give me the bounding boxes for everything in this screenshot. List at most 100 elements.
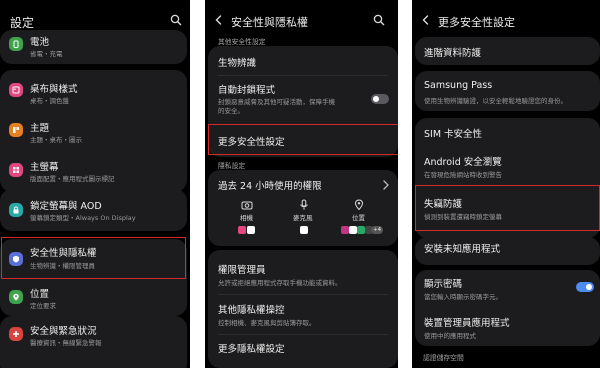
location-pin-icon [354, 199, 364, 211]
lock-icon [9, 203, 23, 217]
auto-blocker-item[interactable]: 自動封鎖程式 封鎖惡意威脅及其他可疑活動，保障手機 的安全。 [208, 76, 398, 122]
more-privacy-settings-label: 更多隱私權設定 [218, 344, 285, 355]
search-icon[interactable] [170, 14, 182, 26]
section-credential-storage: 認證儲存空間 [423, 354, 464, 362]
page-title: 安全性與隱私權 [231, 16, 308, 29]
lock-label: 鎖定螢幕與 AOD [30, 201, 102, 212]
show-passwords-label: 顯示密碼 [424, 279, 463, 290]
advanced-protection-item[interactable]: 進階資料防護 [415, 37, 600, 65]
google-icon [349, 226, 357, 234]
home-label: 主螢幕 [30, 162, 59, 173]
show-passwords-item[interactable]: 顯示密碼 當您輸入時顯示密碼字元。 [415, 270, 600, 306]
settings-group-appearance: 桌布與樣式 桌布・調色盤 主題 主題・桌布・圖示 主螢幕 版面配置・應用程式圖示… [0, 70, 187, 192]
perm-camera-label: 相機 [240, 214, 253, 222]
perm-mic-label: 麥克風 [293, 214, 313, 222]
instagram-icon [341, 226, 349, 234]
settings-item-battery[interactable]: 電池 省電・充電 [0, 30, 187, 64]
palette-icon [9, 83, 23, 97]
section-other-security: 其他安全性設定 [218, 38, 266, 46]
perm-location-label: 位置 [352, 214, 365, 222]
wallpaper-label: 桌布與樣式 [30, 84, 78, 95]
more-privacy-settings-item[interactable]: 更多隱私權設定 [208, 335, 398, 368]
samsung-pass-sub: 使用生物辨識驗證，以安全輕鬆地驗證您的身份。 [424, 97, 567, 105]
settings-item-home[interactable]: 主螢幕 版面配置・應用程式圖示標記 [0, 150, 187, 192]
samsung-pass-card: Samsung Pass 使用生物辨識驗證，以安全輕鬆地驗證您的身份。 [415, 71, 600, 111]
settings-item-location[interactable]: 位置 定位要求 [0, 279, 187, 316]
settings-item-wallpaper[interactable]: 桌布與樣式 桌布・調色盤 [0, 70, 187, 108]
settings-item-safety-emergency[interactable]: 安全與緊急狀況 醫療資訊・無線緊急警報 [0, 316, 187, 356]
home-sub: 版面配置・應用程式圖示標記 [30, 175, 115, 183]
settings-group-battery: 電池 省電・充電 [0, 30, 187, 64]
app-icon [238, 226, 246, 234]
device-admin-apps-item[interactable]: 裝置管理員應用程式 使用中的應用程式 [415, 308, 600, 346]
location-icon [9, 290, 23, 304]
location-sub: 定位要求 [30, 302, 56, 310]
highlight-theft-protection [415, 185, 600, 231]
theme-label: 主題 [30, 123, 50, 134]
advanced-protection-label: 進階資料防護 [424, 48, 482, 59]
location-label: 位置 [30, 289, 50, 300]
more-apps-badge: +4 [371, 226, 384, 234]
wallpaper-sub: 桌布・調色盤 [30, 97, 69, 105]
other-privacy-controls-label: 其他隱私權操控 [218, 305, 285, 316]
auto-blocker-label: 自動封鎖程式 [218, 85, 276, 96]
advanced-protection-card: 進階資料防護 [415, 37, 600, 65]
auto-blocker-sub-line2: 的安全。 [218, 107, 244, 115]
settings-item-lock-screen[interactable]: 鎖定螢幕與 AOD 螢幕鎖定類型・Always On Display [0, 189, 187, 231]
security-privacy-panel: 安全性與隱私權 其他安全性設定 生物辨識 自動封鎖程式 封鎖惡意威脅及其他可疑活… [205, 0, 398, 368]
permission-manager-sub: 允許或拒絕應用程式存取手機功能或資料。 [218, 279, 342, 287]
battery-label: 電池 [30, 37, 50, 48]
highlight-security-privacy [1, 237, 186, 279]
emergency-icon [9, 327, 23, 341]
highlight-more-security [208, 124, 398, 155]
safe-browsing-item[interactable]: Android 安全瀏覽 在發現危險網站時收到警告 [415, 148, 600, 184]
passwords-admin-card: 顯示密碼 當您輸入時顯示密碼字元。 裝置管理員應用程式 使用中的應用程式 [415, 270, 600, 346]
show-passwords-sub: 當您輸入時顯示密碼字元。 [424, 293, 502, 301]
permissions-used-title: 過去 24 小時使用的權限 [218, 181, 322, 192]
other-privacy-controls-item[interactable]: 其他隱私權操控 控制相機、麥克風與剪貼簿存取。 [208, 295, 398, 333]
device-admin-apps-label: 裝置管理員應用程式 [424, 318, 510, 329]
safety-emergency-label: 安全與緊急狀況 [30, 326, 97, 337]
chevron-right-icon [383, 180, 389, 190]
back-arrow-icon[interactable] [213, 14, 225, 26]
theme-sub: 主題・桌布・圖示 [30, 136, 82, 144]
auto-blocker-toggle[interactable] [371, 94, 389, 104]
section-privacy: 隱私設定 [218, 162, 246, 170]
samsung-pass-label: Samsung Pass [424, 80, 493, 91]
settings-item-theme[interactable]: 主題 主題・桌布・圖示 [0, 110, 187, 150]
battery-icon [9, 37, 23, 51]
lock-sub: 螢幕鎖定類型・Always On Display [30, 214, 136, 222]
microphone-icon [300, 199, 308, 210]
permissions-used-card[interactable]: 過去 24 小時使用的權限 相機 麥克風 位置 +4 [208, 170, 398, 246]
install-unknown-apps-item[interactable]: 安裝未知應用程式 [415, 237, 600, 265]
safety-emergency-sub: 醫療資訊・無線緊急警報 [30, 339, 102, 347]
samsung-pass-item[interactable]: Samsung Pass 使用生物辨識驗證，以安全輕鬆地驗證您的身份。 [415, 71, 600, 111]
sim-security-label: SIM 卡安全性 [424, 129, 483, 140]
settings-group-emergency: 安全與緊急狀況 醫療資訊・無線緊急警報 [0, 316, 187, 368]
safe-browsing-label: Android 安全瀏覽 [424, 157, 502, 168]
sim-security-item[interactable]: SIM 卡安全性 [415, 118, 600, 146]
settings-group-lock: 鎖定螢幕與 AOD 螢幕鎖定類型・Always On Display [0, 189, 187, 231]
page-title: 更多安全性設定 [438, 16, 515, 29]
show-passwords-toggle[interactable] [576, 282, 594, 292]
theme-icon [9, 123, 23, 137]
privacy-controls-card: 權限管理員 允許或拒絕應用程式存取手機功能或資料。 其他隱私權操控 控制相機、麥… [208, 250, 398, 368]
other-privacy-controls-sub: 控制相機、麥克風與剪貼簿存取。 [218, 319, 316, 327]
unknown-apps-card: 安裝未知應用程式 [415, 237, 600, 265]
biometrics-item[interactable]: 生物辨識 [208, 46, 398, 74]
search-icon[interactable] [373, 14, 385, 26]
back-arrow-icon[interactable] [420, 14, 432, 26]
camera-icon [241, 201, 253, 210]
biometrics-label: 生物辨識 [218, 58, 257, 69]
app-icon [357, 226, 365, 234]
permission-manager-label: 權限管理員 [218, 265, 266, 276]
permission-manager-item[interactable]: 權限管理員 允許或拒絕應用程式存取手機功能或資料。 [208, 250, 398, 292]
install-unknown-apps-label: 安裝未知應用程式 [424, 244, 501, 255]
security-privacy-header: 安全性與隱私權 [205, 0, 398, 40]
home-icon [9, 163, 23, 177]
battery-sub: 省電・充電 [30, 50, 63, 58]
google-icon [247, 226, 255, 234]
more-security-panel: 更多安全性設定 進階資料防護 Samsung Pass 使用生物辨識驗證，以安全… [412, 0, 600, 368]
device-admin-apps-sub: 使用中的應用程式 [424, 332, 476, 340]
page-title: 設定 [10, 16, 35, 30]
